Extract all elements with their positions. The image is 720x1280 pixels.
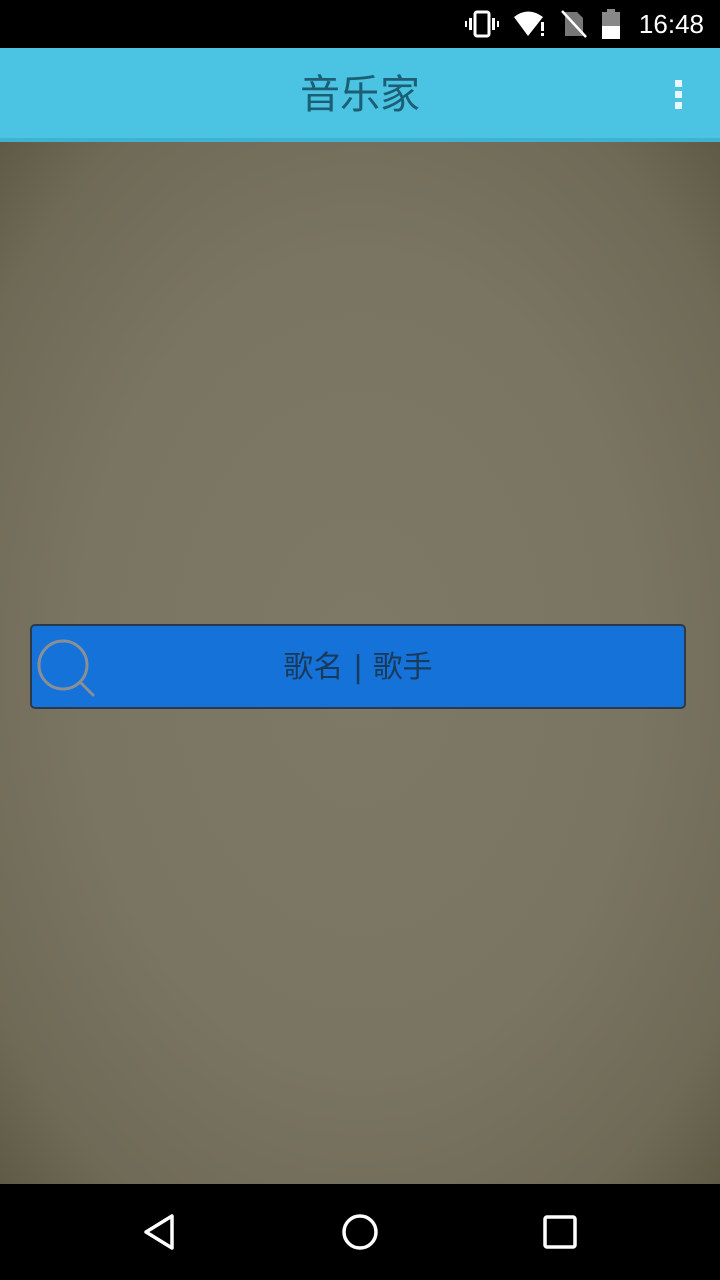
more-vert-icon[interactable]	[666, 72, 690, 116]
status-icons: 16:48	[464, 0, 704, 48]
main-content: 歌名 | 歌手	[0, 142, 720, 1184]
page-title: 音乐家	[300, 72, 420, 118]
search-placeholder: 歌名 | 歌手	[283, 650, 433, 685]
no-sim-icon	[561, 10, 587, 38]
search-input[interactable]: 歌名 | 歌手	[30, 624, 686, 709]
home-icon[interactable]	[336, 1208, 384, 1256]
vibrate-icon	[464, 10, 499, 38]
status-time: 16:48	[638, 8, 704, 39]
wifi-alert-icon	[513, 10, 547, 38]
app-bar: 音乐家	[0, 48, 720, 142]
recents-icon[interactable]	[536, 1208, 584, 1256]
navigation-bar	[0, 1184, 720, 1280]
battery-icon	[601, 9, 621, 39]
back-icon[interactable]	[136, 1208, 184, 1256]
status-bar: 16:48	[0, 0, 720, 48]
